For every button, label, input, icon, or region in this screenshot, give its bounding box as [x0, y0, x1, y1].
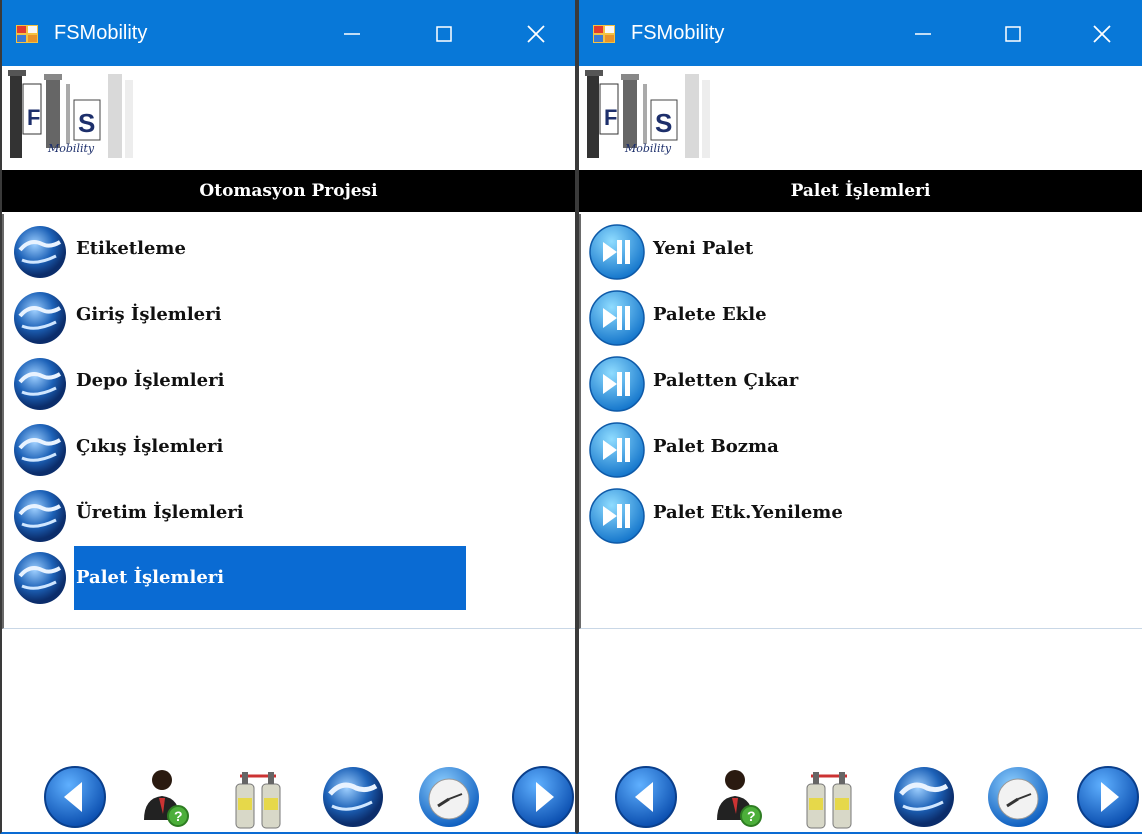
maximize-button[interactable] [421, 14, 467, 54]
minimize-icon [344, 33, 360, 35]
item-label: Çıkış İşlemleri [76, 436, 224, 457]
close-icon [527, 25, 545, 43]
globe-icon [14, 226, 66, 278]
clock-icon[interactable] [416, 764, 482, 830]
minimize-button[interactable] [329, 14, 375, 54]
app-icon [593, 25, 615, 43]
svg-text:S: S [655, 108, 672, 138]
gas-cylinders-icon[interactable] [226, 764, 292, 830]
item-label: Üretim İşlemleri [76, 502, 244, 523]
close-button[interactable] [513, 14, 559, 54]
user-help-icon[interactable]: ? [705, 764, 771, 830]
section-header: Palet İşlemleri [579, 170, 1142, 212]
globe-icon [14, 292, 66, 344]
app-icon [16, 25, 38, 43]
back-arrow-icon[interactable] [42, 764, 108, 830]
maximize-icon [436, 26, 452, 42]
skip-forward-icon [589, 488, 645, 544]
close-button[interactable] [1079, 14, 1125, 54]
svg-text:?: ? [174, 808, 183, 824]
svg-text:F: F [27, 105, 40, 130]
menu-list: Etiketleme Giriş İşlemleri Depo İşlemler… [2, 214, 575, 629]
skip-forward-icon [589, 224, 645, 280]
svg-text:S: S [78, 108, 95, 138]
back-arrow-icon[interactable] [613, 764, 679, 830]
item-label: Paletten Çıkar [653, 370, 799, 391]
bottom-toolbar: ? [2, 760, 575, 832]
globe-icon[interactable] [891, 764, 957, 830]
window-title: FSMobility [631, 22, 725, 44]
window-left: FSMobility F S Mobility Otomasyon Projes… [0, 0, 577, 834]
globe-icon [14, 358, 66, 410]
maximize-button[interactable] [990, 14, 1036, 54]
item-label: Depo İşlemleri [76, 370, 225, 391]
item-label: Palet Bozma [653, 436, 779, 457]
section-header: Otomasyon Projesi [2, 170, 575, 212]
item-label: Giriş İşlemleri [76, 304, 222, 325]
item-label: Palete Ekle [653, 304, 767, 325]
user-help-icon[interactable]: ? [132, 764, 198, 830]
item-label: Etiketleme [76, 238, 186, 259]
globe-icon [14, 552, 66, 604]
logo-area: F S Mobility [2, 66, 575, 170]
window-title: FSMobility [54, 22, 148, 44]
globe-icon[interactable] [320, 764, 386, 830]
close-icon [1093, 25, 1111, 43]
item-label: Yeni Palet [653, 238, 754, 259]
maximize-icon [1005, 26, 1021, 42]
svg-text:?: ? [747, 808, 756, 824]
bottom-toolbar: ? [579, 760, 1142, 832]
title-bar[interactable]: FSMobility [579, 0, 1142, 66]
skip-forward-icon [589, 290, 645, 346]
window-right: FSMobility F S Mobility Palet İşlemleri [577, 0, 1142, 834]
forward-arrow-icon[interactable] [510, 764, 576, 830]
title-bar[interactable]: FSMobility [2, 0, 575, 66]
item-label: Palet Etk.Yenileme [653, 502, 843, 523]
globe-icon [14, 424, 66, 476]
item-label: Palet İşlemleri [74, 546, 466, 610]
svg-text:Mobility: Mobility [47, 142, 95, 155]
svg-text:F: F [604, 105, 617, 130]
forward-arrow-icon[interactable] [1075, 764, 1141, 830]
gas-cylinders-icon[interactable] [797, 764, 863, 830]
fs-mobility-logo: F S Mobility [8, 70, 133, 158]
skip-forward-icon [589, 356, 645, 412]
minimize-icon [915, 33, 931, 35]
menu-list: Yeni Palet Palete Ekle Paletten Çıkar Pa… [579, 214, 1142, 629]
fs-mobility-logo: F S Mobility [585, 70, 710, 158]
globe-icon [14, 490, 66, 542]
skip-forward-icon [589, 422, 645, 478]
svg-text:Mobility: Mobility [624, 142, 672, 155]
logo-area: F S Mobility [579, 66, 1142, 170]
minimize-button[interactable] [900, 14, 946, 54]
clock-icon[interactable] [985, 764, 1051, 830]
